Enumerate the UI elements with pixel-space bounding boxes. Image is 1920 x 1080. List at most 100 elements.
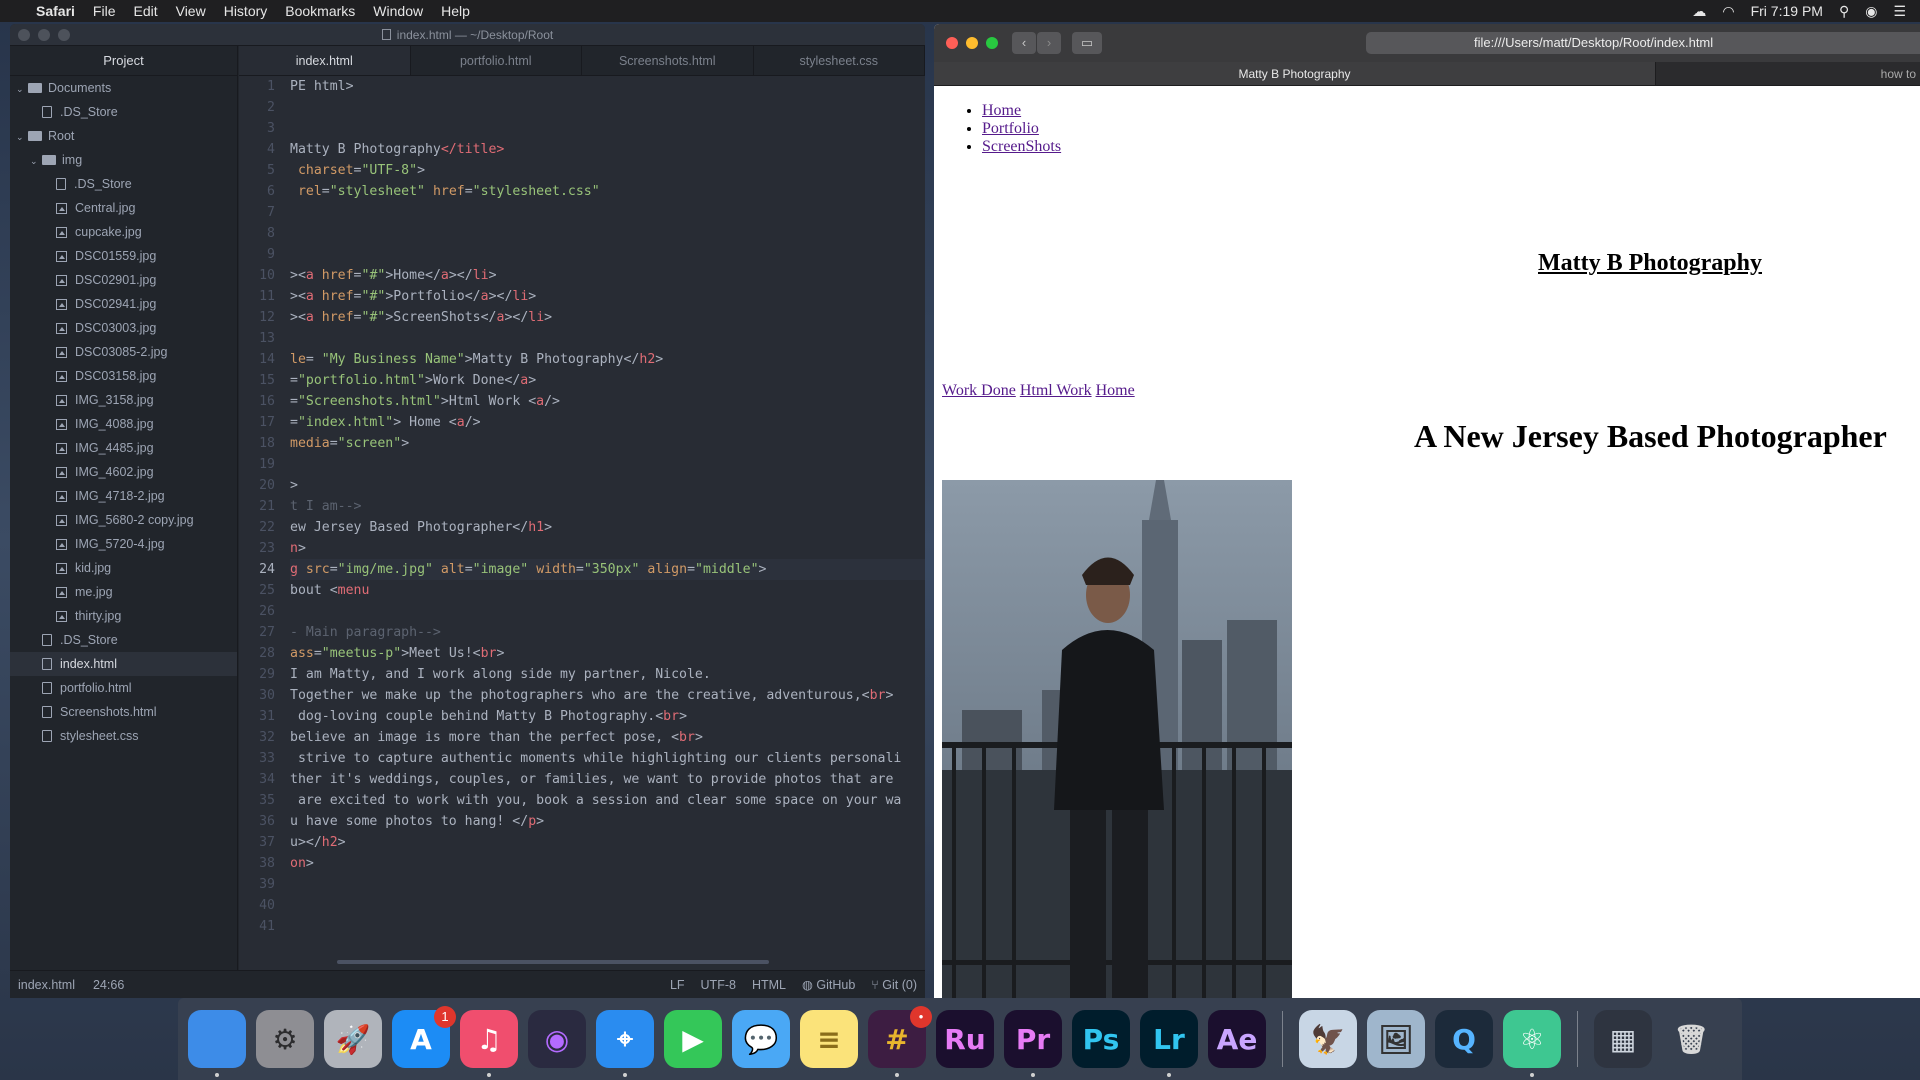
nav-link-screenshots[interactable]: ScreenShots: [982, 138, 1061, 155]
code-line[interactable]: ther it's weddings, couples, or families…: [290, 769, 925, 790]
chevron-down-icon[interactable]: ⌄: [16, 77, 28, 101]
atom-icon[interactable]: ⚛: [1503, 1010, 1561, 1077]
code-line[interactable]: ><a href="#">Portfolio</a></li>: [290, 286, 925, 307]
tree-item[interactable]: Screenshots.html: [10, 700, 237, 724]
code-line[interactable]: ="Screenshots.html">Html Work <a/>: [290, 391, 925, 412]
code-line[interactable]: strive to capture authentic moments whil…: [290, 748, 925, 769]
status-github[interactable]: ◍ GitHub: [802, 977, 855, 992]
code-line[interactable]: dog-loving couple behind Matty B Photogr…: [290, 706, 925, 727]
code-line[interactable]: [290, 874, 925, 895]
tab-stylesheet-css[interactable]: stylesheet.css: [754, 46, 925, 75]
screenshot-stack-icon[interactable]: ▦: [1594, 1010, 1652, 1068]
creative-cloud-icon[interactable]: ☁: [1692, 3, 1706, 20]
facetime-icon[interactable]: ▶: [664, 1010, 722, 1068]
slack-icon[interactable]: # •: [868, 1006, 932, 1077]
code-line[interactable]: le= "My Business Name">Matty B Photograp…: [290, 349, 925, 370]
menu-app-name[interactable]: Safari: [36, 3, 75, 19]
tree-item[interactable]: kid.jpg: [10, 556, 237, 580]
menu-view[interactable]: View: [176, 3, 206, 19]
code-line[interactable]: [290, 97, 925, 118]
spotlight-icon[interactable]: ⚲: [1839, 3, 1849, 20]
tree-item[interactable]: DSC01559.jpg: [10, 244, 237, 268]
tree-item[interactable]: DSC03158.jpg: [10, 364, 237, 388]
code-line[interactable]: ><a href="#">ScreenShots</a></li>: [290, 307, 925, 328]
minimize-button[interactable]: [966, 37, 978, 49]
tree-item[interactable]: IMG_4602.jpg: [10, 460, 237, 484]
chevron-down-icon[interactable]: ⌄: [16, 125, 28, 149]
code-line[interactable]: [290, 601, 925, 622]
code-line[interactable]: [290, 118, 925, 139]
notes-icon[interactable]: ≡: [800, 1010, 858, 1068]
quicktime-icon[interactable]: Q: [1435, 1010, 1493, 1068]
tree-item[interactable]: stylesheet.css: [10, 724, 237, 748]
code-line[interactable]: ><a href="#">Home</a></li>: [290, 265, 925, 286]
launchpad-icon[interactable]: 🚀: [324, 1010, 382, 1068]
address-bar[interactable]: file:///Users/matt/Desktop/Root/index.ht…: [1366, 32, 1920, 54]
code-line[interactable]: Matty B Photography</title>: [290, 139, 925, 160]
code-area[interactable]: PE html> Matty B Photography</title> char…: [290, 76, 925, 970]
status-file[interactable]: index.html: [18, 978, 75, 992]
zoom-button[interactable]: [986, 37, 998, 49]
clock[interactable]: Fri 7:19 PM: [1751, 3, 1823, 19]
lightroom-icon[interactable]: Lr: [1140, 1010, 1198, 1077]
rush-icon[interactable]: Ru: [936, 1010, 994, 1068]
trash-icon[interactable]: 🗑: [1662, 1010, 1720, 1068]
tree-item[interactable]: cupcake.jpg: [10, 220, 237, 244]
tree-item[interactable]: .DS_Store: [10, 172, 237, 196]
tab-how-to[interactable]: how to: [1656, 62, 1920, 85]
code-line[interactable]: t I am-->: [290, 496, 925, 517]
code-line[interactable]: believe an image is more than the perfec…: [290, 727, 925, 748]
tab-index-html[interactable]: index.html: [239, 46, 411, 75]
preview-icon[interactable]: 🦅: [1299, 1010, 1357, 1068]
code-line[interactable]: PE html>: [290, 76, 925, 97]
messages-icon[interactable]: 💬: [732, 1010, 790, 1068]
code-line[interactable]: [290, 328, 925, 349]
code-line[interactable]: [290, 916, 925, 937]
code-line[interactable]: [290, 223, 925, 244]
code-line[interactable]: charset="UTF-8">: [290, 160, 925, 181]
code-line[interactable]: n>: [290, 538, 925, 559]
status-git[interactable]: ⑂ Git (0): [871, 978, 917, 992]
code-line[interactable]: media="screen">: [290, 433, 925, 454]
close-button[interactable]: [946, 37, 958, 49]
link-work-done[interactable]: Work Done: [942, 382, 1016, 399]
nav-link-home[interactable]: Home: [982, 102, 1021, 119]
safari-icon[interactable]: ⌖: [596, 1010, 654, 1077]
code-line[interactable]: [290, 244, 925, 265]
tree-item[interactable]: ⌄ img: [10, 148, 237, 172]
tree-item[interactable]: .DS_Store: [10, 628, 237, 652]
code-line[interactable]: u have some photos to hang! </p>: [290, 811, 925, 832]
code-line[interactable]: bout <menu: [290, 580, 925, 601]
menu-bookmarks[interactable]: Bookmarks: [285, 3, 355, 19]
chevron-down-icon[interactable]: ⌄: [30, 149, 42, 173]
notification-center-icon[interactable]: ☰: [1893, 3, 1906, 20]
code-line[interactable]: u></h2>: [290, 832, 925, 853]
finder-icon[interactable]: [188, 1010, 246, 1077]
music-icon[interactable]: ♫: [460, 1010, 518, 1077]
link-home[interactable]: Home: [1096, 382, 1135, 399]
code-line[interactable]: >: [290, 475, 925, 496]
code-line[interactable]: ew Jersey Based Photographer</h1>: [290, 517, 925, 538]
code-line[interactable]: [290, 202, 925, 223]
tree-item[interactable]: DSC03003.jpg: [10, 316, 237, 340]
tree-item[interactable]: IMG_4088.jpg: [10, 412, 237, 436]
siri-icon[interactable]: ◉: [528, 1010, 586, 1068]
tree-item[interactable]: DSC03085-2.jpg: [10, 340, 237, 364]
tree-item[interactable]: IMG_4485.jpg: [10, 436, 237, 460]
code-line[interactable]: ="portfolio.html">Work Done</a>: [290, 370, 925, 391]
tree-item[interactable]: IMG_3158.jpg: [10, 388, 237, 412]
code-line[interactable]: rel="stylesheet" href="stylesheet.css": [290, 181, 925, 202]
tree-item[interactable]: IMG_4718-2.jpg: [10, 484, 237, 508]
code-line[interactable]: g src="img/me.jpg" alt="image" width="35…: [290, 559, 925, 580]
horizontal-scrollbar[interactable]: [337, 960, 769, 964]
premiere-icon[interactable]: Pr: [1004, 1010, 1062, 1077]
app-store-icon[interactable]: A1: [392, 1006, 456, 1068]
menu-help[interactable]: Help: [441, 3, 470, 19]
tree-item[interactable]: DSC02901.jpg: [10, 268, 237, 292]
menu-edit[interactable]: Edit: [133, 3, 157, 19]
photoshop-icon[interactable]: Ps: [1072, 1010, 1130, 1068]
tab-matty-b-photography[interactable]: Matty B Photography: [934, 62, 1656, 85]
tree-item[interactable]: ⌄ Documents: [10, 76, 237, 100]
sidebar-toggle-button[interactable]: ▭: [1072, 32, 1102, 54]
image-capture-icon[interactable]: 🖼: [1367, 1010, 1425, 1068]
